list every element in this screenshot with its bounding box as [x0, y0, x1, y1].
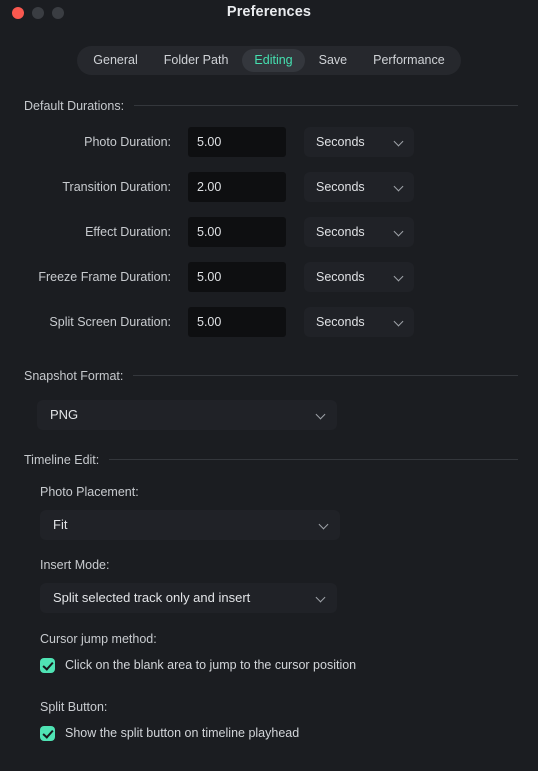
insert-mode-value: Split selected track only and insert: [53, 590, 251, 605]
duration-rows: Photo Duration: Seconds Transition Durat…: [0, 126, 538, 337]
chevron-down-icon: [394, 227, 403, 236]
section-timeline-edit-header: Timeline Edit:: [24, 453, 518, 467]
preferences-content: Default Durations: Photo Duration: Secon…: [0, 99, 538, 741]
freeze-frame-duration-input[interactable]: [188, 261, 286, 292]
split-screen-duration-unit-select[interactable]: Seconds: [304, 306, 414, 337]
chevron-down-icon: [319, 520, 328, 529]
effect-duration-input[interactable]: [188, 216, 286, 247]
transition-duration-input[interactable]: [188, 171, 286, 202]
photo-duration-unit-value: Seconds: [316, 134, 365, 149]
transition-duration-unit-value: Seconds: [316, 179, 365, 194]
split-button-label: Split Button:: [40, 699, 108, 714]
row-split-screen-duration: Split Screen Duration: Seconds: [0, 306, 538, 337]
transition-duration-label: Transition Duration:: [62, 179, 171, 194]
insert-mode-group: Insert Mode: Split selected track only a…: [40, 558, 538, 613]
transition-duration-unit-select[interactable]: Seconds: [304, 171, 414, 202]
section-divider: [134, 105, 518, 106]
cursor-jump-checkbox-label: Click on the blank area to jump to the c…: [65, 658, 357, 672]
snapshot-format-value: PNG: [50, 407, 79, 422]
insert-mode-select[interactable]: Split selected track only and insert: [40, 582, 337, 613]
tab-folder-path[interactable]: Folder Path: [152, 49, 241, 72]
tab-performance[interactable]: Performance: [361, 49, 457, 72]
photo-placement-value: Fit: [53, 517, 68, 532]
snapshot-format-select[interactable]: PNG: [37, 399, 337, 430]
row-photo-duration: Photo Duration: Seconds: [0, 126, 538, 157]
row-freeze-frame-duration: Freeze Frame Duration: Seconds: [0, 261, 538, 292]
split-button-group: Split Button: Show the split button on t…: [40, 700, 538, 741]
insert-mode-label: Insert Mode:: [40, 557, 110, 572]
section-default-durations-header: Default Durations:: [24, 99, 518, 113]
section-timeline-edit-label: Timeline Edit:: [24, 452, 100, 467]
split-screen-duration-unit-value: Seconds: [316, 314, 365, 329]
page-title: Preferences: [226, 4, 312, 20]
split-screen-duration-label: Split Screen Duration:: [49, 314, 171, 329]
preferences-tabbar: General Folder Path Editing Save Perform…: [77, 46, 461, 75]
photo-placement-group: Photo Placement: Fit: [40, 485, 538, 540]
split-button-checkbox[interactable]: [40, 725, 55, 741]
effect-duration-label: Effect Duration:: [85, 224, 171, 239]
row-transition-duration: Transition Duration: Seconds: [0, 171, 538, 202]
freeze-frame-duration-unit-value: Seconds: [316, 269, 365, 284]
tab-save[interactable]: Save: [307, 49, 360, 72]
row-effect-duration: Effect Duration: Seconds: [0, 216, 538, 247]
effect-duration-unit-select[interactable]: Seconds: [304, 216, 414, 247]
tabbar-container: General Folder Path Editing Save Perform…: [0, 46, 538, 75]
split-button-checkbox-label: Show the split button on timeline playhe…: [65, 726, 300, 740]
tab-general[interactable]: General: [81, 49, 149, 72]
split-button-checkbox-row[interactable]: Show the split button on timeline playhe…: [40, 725, 538, 741]
photo-duration-unit-select[interactable]: Seconds: [304, 126, 414, 157]
effect-duration-unit-value: Seconds: [316, 224, 365, 239]
photo-duration-label: Photo Duration:: [84, 134, 171, 149]
section-default-durations-label: Default Durations:: [24, 98, 125, 113]
cursor-jump-checkbox[interactable]: [40, 657, 55, 673]
section-snapshot-format-header: Snapshot Format:: [24, 369, 518, 383]
chevron-down-icon: [394, 182, 403, 191]
photo-duration-input[interactable]: [188, 126, 286, 157]
window-titlebar: Preferences: [0, 0, 538, 32]
chevron-down-icon: [394, 137, 403, 146]
cursor-jump-group: Cursor jump method: Click on the blank a…: [40, 632, 538, 673]
chevron-down-icon: [316, 593, 325, 602]
section-snapshot-format-label: Snapshot Format:: [24, 368, 124, 383]
chevron-down-icon: [394, 272, 403, 281]
chevron-down-icon: [316, 410, 325, 419]
photo-placement-select[interactable]: Fit: [40, 509, 340, 540]
section-divider: [109, 459, 518, 460]
cursor-jump-label: Cursor jump method:: [40, 631, 157, 646]
section-divider: [133, 375, 518, 376]
split-screen-duration-input[interactable]: [188, 306, 286, 337]
cursor-jump-checkbox-row[interactable]: Click on the blank area to jump to the c…: [40, 657, 538, 673]
photo-placement-label: Photo Placement:: [40, 484, 139, 499]
tab-editing[interactable]: Editing: [242, 49, 305, 72]
chevron-down-icon: [394, 317, 403, 326]
freeze-frame-duration-label: Freeze Frame Duration:: [38, 269, 171, 284]
freeze-frame-duration-unit-select[interactable]: Seconds: [304, 261, 414, 292]
